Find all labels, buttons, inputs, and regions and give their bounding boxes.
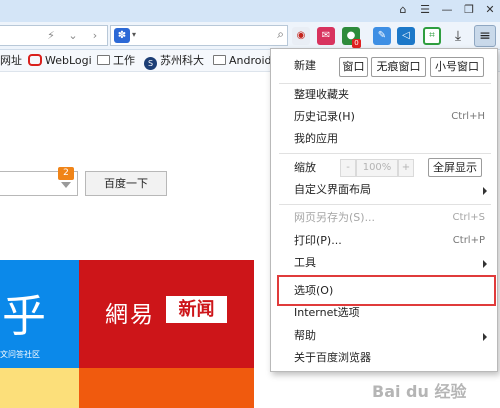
highlight-box: [277, 275, 496, 306]
menu-item-print[interactable]: 打印(P)... Ctrl+P: [271, 230, 497, 252]
menu-item-tools[interactable]: 工具: [271, 252, 497, 274]
submenu-arrow-icon: [483, 333, 487, 341]
address-bar[interactable]: ⚡ ⌄ ›: [0, 25, 108, 46]
baidu-search-button[interactable]: 百度一下: [85, 171, 167, 196]
home-icon[interactable]: ⌂: [394, 2, 412, 18]
menu-item-custom-layout[interactable]: 自定义界面布局: [271, 179, 497, 201]
share-icon[interactable]: ◁: [397, 27, 415, 45]
close-button[interactable]: ✕: [481, 2, 499, 18]
zhihu-logo-text: 乎: [2, 291, 46, 342]
menu-item-about[interactable]: 关于百度浏览器: [271, 347, 497, 369]
minimize-button[interactable]: —: [438, 2, 456, 18]
menu-new-label: 新建: [294, 59, 316, 72]
school-logo-icon: S: [144, 57, 157, 70]
navigation-toolbar: ⚡ ⌄ › ✽ ▾ ⌕ ◉ ✉ ● 0 ✎ ◁ ⌗ ⤓ ≡: [0, 22, 500, 50]
engine-dropdown-icon[interactable]: ▾: [132, 30, 136, 39]
pen-icon[interactable]: ✎: [373, 27, 391, 45]
submenu-arrow-icon: [483, 260, 487, 268]
bookmark-item[interactable]: WebLogi: [28, 53, 92, 69]
menu-item-bookmarks[interactable]: 整理收藏夹: [271, 84, 497, 106]
netease-news-text: 新闻: [166, 296, 227, 323]
submenu-arrow-icon: [483, 187, 487, 195]
speed-icon[interactable]: ⚡: [44, 29, 58, 43]
menu-item-label: 帮助: [294, 329, 316, 342]
netease-logo-text: 網易: [105, 302, 155, 328]
orange-tile[interactable]: [79, 368, 254, 408]
download-icon[interactable]: ⤓: [449, 27, 467, 45]
weblogic-logo-icon: [28, 54, 42, 66]
watermark: Bai du 经验: [372, 382, 467, 401]
zoom-level: 100%: [356, 159, 398, 177]
menu-item-save-page: 网页另存为(S)... Ctrl+S: [271, 207, 497, 229]
folder-icon: [213, 55, 226, 65]
folder-icon: [97, 55, 110, 65]
menu-separator: [279, 153, 491, 154]
menu-item-shortcut: Ctrl+P: [452, 235, 485, 246]
menu-item-label: 历史记录(H): [294, 110, 355, 123]
notification-badge: 0: [352, 39, 361, 48]
fullscreen-button[interactable]: 全屏显示: [428, 158, 482, 177]
menu-icon[interactable]: ≡: [474, 25, 496, 47]
menu-item-label: 我的应用: [294, 132, 338, 145]
search-icon[interactable]: ⌕: [277, 27, 284, 42]
maximize-button[interactable]: ❐: [460, 2, 478, 18]
new-window-button[interactable]: 窗口: [339, 57, 368, 77]
zoom-out-button[interactable]: -: [340, 159, 356, 177]
search-input[interactable]: ✽ ▾ ⌕: [110, 25, 288, 46]
notification-count-badge: 2: [58, 167, 74, 180]
menu-item-label: 自定义界面布局: [294, 183, 371, 196]
menu-separator: [279, 204, 491, 205]
menu-item-shortcut: Ctrl+H: [451, 111, 485, 122]
yellow-tile[interactable]: [0, 368, 79, 408]
bookmark-item[interactable]: 网址: [0, 53, 22, 69]
new-incognito-window-button[interactable]: 无痕窗口: [371, 57, 426, 77]
menu-item-history[interactable]: 历史记录(H) Ctrl+H: [271, 106, 497, 128]
netease-news-tile[interactable]: 網易 新闻: [79, 260, 254, 368]
zhihu-subtitle: 文问答社区: [0, 350, 40, 359]
menu-item-help[interactable]: 帮助: [271, 325, 497, 347]
menu-item-label: 工具: [294, 256, 316, 269]
security-icon[interactable]: ◉: [292, 27, 310, 45]
forward-icon[interactable]: ›: [88, 29, 102, 43]
menu-item-shortcut: Ctrl+S: [452, 212, 485, 223]
bookmark-item[interactable]: 工作: [97, 53, 135, 69]
menu-item-label: 关于百度浏览器: [294, 351, 371, 364]
zhihu-tile[interactable]: 乎 文问答社区: [0, 260, 79, 368]
title-bar: ⌂ ☰ — ❐ ✕: [0, 0, 500, 22]
crop-icon[interactable]: ⌗: [423, 27, 441, 45]
zoom-in-button[interactable]: +: [398, 159, 414, 177]
menu-item-label: 整理收藏夹: [294, 88, 349, 101]
menu-item-label: 网页另存为(S)...: [294, 211, 376, 224]
bookmark-item[interactable]: Android: [213, 53, 272, 69]
baidu-paw-icon[interactable]: ✽: [114, 28, 130, 43]
history-dropdown-icon[interactable]: ⌄: [66, 29, 80, 43]
dropdown-arrow-icon[interactable]: [61, 182, 71, 188]
main-menu: 新建 窗口 无痕窗口 小号窗口 整理收藏夹 历史记录(H) Ctrl+H 我的应…: [270, 48, 498, 372]
menu-item-my-apps[interactable]: 我的应用: [271, 128, 497, 150]
new-small-window-button[interactable]: 小号窗口: [430, 57, 484, 77]
menu-zoom-label: 缩放: [294, 161, 316, 174]
bookmark-item[interactable]: S 苏州科大: [144, 53, 204, 70]
weibo-icon[interactable]: ✉: [317, 27, 335, 45]
menu-item-label: 打印(P)...: [294, 234, 342, 247]
skin-icon[interactable]: ☰: [416, 2, 434, 18]
